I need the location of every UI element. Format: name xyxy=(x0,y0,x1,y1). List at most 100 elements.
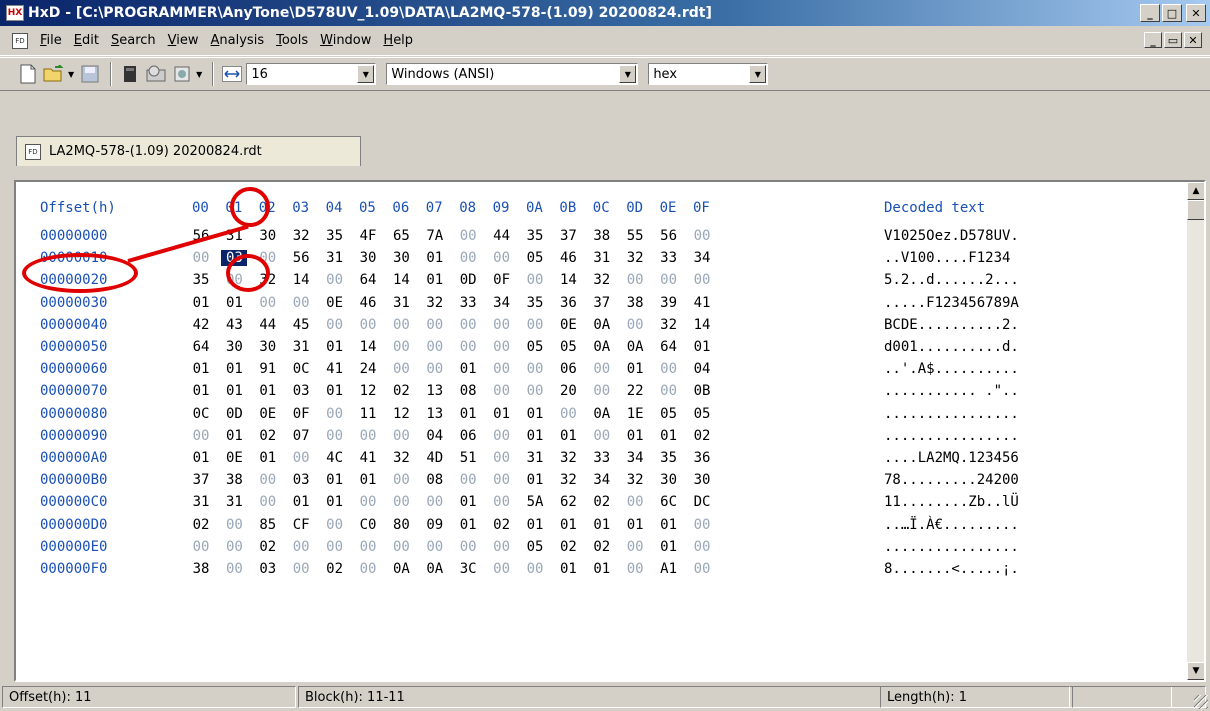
open-disk-icon[interactable] xyxy=(170,62,194,86)
hex-byte[interactable]: 00 xyxy=(355,428,381,444)
hex-byte[interactable]: 02 xyxy=(322,561,348,577)
hex-byte[interactable]: 30 xyxy=(388,250,414,266)
disk-dropdown-icon[interactable]: ▼ xyxy=(196,70,202,79)
hex-byte[interactable]: 04 xyxy=(422,428,448,444)
hex-byte[interactable]: 01 xyxy=(322,339,348,355)
hex-byte[interactable]: 00 xyxy=(388,472,414,488)
hex-byte[interactable]: 02 xyxy=(255,428,281,444)
hex-byte[interactable]: 00 xyxy=(455,472,481,488)
hex-byte[interactable]: 00 xyxy=(322,406,348,422)
hex-byte[interactable]: 37 xyxy=(555,228,581,244)
hex-byte[interactable]: 0A xyxy=(388,561,414,577)
hex-byte[interactable]: 00 xyxy=(288,539,314,555)
hex-byte[interactable]: 43 xyxy=(221,317,247,333)
hex-byte[interactable]: 14 xyxy=(355,339,381,355)
decoded-text[interactable]: d001..........d. xyxy=(884,339,1019,355)
hex-byte[interactable]: 06 xyxy=(555,361,581,377)
hex-byte[interactable]: 01 xyxy=(188,295,214,311)
hex-byte[interactable]: 00 xyxy=(255,472,281,488)
hex-byte[interactable]: 01 xyxy=(322,472,348,488)
hex-byte[interactable]: 0C xyxy=(188,406,214,422)
hex-byte[interactable]: 39 xyxy=(656,295,682,311)
hex-byte[interactable]: 65 xyxy=(388,228,414,244)
hex-byte[interactable]: 80 xyxy=(388,517,414,533)
hex-byte[interactable]: 32 xyxy=(388,450,414,466)
row-offset[interactable]: 00000070 xyxy=(40,383,107,399)
hex-byte[interactable]: 22 xyxy=(622,383,648,399)
new-file-icon[interactable] xyxy=(16,62,40,86)
hex-byte[interactable]: 00 xyxy=(455,339,481,355)
menu-edit[interactable]: Edit xyxy=(68,33,105,48)
hex-byte[interactable]: 32 xyxy=(589,272,615,288)
hex-byte[interactable]: 35 xyxy=(522,295,548,311)
hex-byte[interactable]: 00 xyxy=(188,539,214,555)
hex-byte[interactable]: 00 xyxy=(489,561,515,577)
hex-byte[interactable]: 30 xyxy=(689,472,715,488)
hex-byte[interactable]: 31 xyxy=(288,339,314,355)
hex-byte[interactable]: 01 xyxy=(455,361,481,377)
hex-byte[interactable]: 00 xyxy=(388,317,414,333)
hex-byte[interactable]: 01 xyxy=(555,428,581,444)
hex-byte[interactable]: 4C xyxy=(322,450,348,466)
hex-byte[interactable]: 00 xyxy=(489,250,515,266)
resize-grip-icon[interactable] xyxy=(1194,695,1208,709)
hex-byte[interactable]: 14 xyxy=(555,272,581,288)
menu-help[interactable]: Help xyxy=(377,33,419,48)
hex-byte[interactable]: 00 xyxy=(622,272,648,288)
hex-byte[interactable]: 00 xyxy=(322,539,348,555)
hex-byte[interactable]: 14 xyxy=(288,272,314,288)
chevron-down-icon[interactable]: ▼ xyxy=(357,65,375,83)
hex-byte[interactable]: 00 xyxy=(489,383,515,399)
hex-byte[interactable]: 01 xyxy=(622,361,648,377)
hex-byte[interactable]: 41 xyxy=(322,361,348,377)
hex-byte[interactable]: 00 xyxy=(689,517,715,533)
hex-byte[interactable]: 02 xyxy=(255,539,281,555)
hex-byte[interactable]: 01 xyxy=(622,517,648,533)
hex-byte[interactable]: 03 xyxy=(255,561,281,577)
hex-byte[interactable]: 05 xyxy=(656,406,682,422)
hxd-app-icon[interactable]: HX xyxy=(6,5,24,21)
menu-search[interactable]: Search xyxy=(105,33,162,48)
hex-byte[interactable]: 0A xyxy=(622,339,648,355)
hex-byte[interactable]: 45 xyxy=(288,317,314,333)
scroll-up-icon[interactable]: ▲ xyxy=(1187,182,1204,200)
menu-view[interactable]: View xyxy=(162,33,205,48)
column-header[interactable]: 03 xyxy=(292,200,309,216)
hex-byte[interactable]: 01 xyxy=(221,383,247,399)
column-header[interactable]: 04 xyxy=(326,200,343,216)
hex-byte[interactable]: 02 xyxy=(489,517,515,533)
hex-byte[interactable]: 00 xyxy=(522,561,548,577)
hex-byte[interactable]: 32 xyxy=(656,317,682,333)
hex-byte[interactable]: 05 xyxy=(555,339,581,355)
disk-editor-icon[interactable] xyxy=(144,62,168,86)
hex-byte[interactable]: 41 xyxy=(355,450,381,466)
hex-byte[interactable]: 0F xyxy=(288,406,314,422)
hex-byte[interactable]: 38 xyxy=(221,472,247,488)
column-header[interactable]: 00 xyxy=(192,200,209,216)
hex-byte[interactable]: 34 xyxy=(589,472,615,488)
hex-byte[interactable]: 00 xyxy=(489,361,515,377)
row-offset[interactable]: 00000090 xyxy=(40,428,107,444)
hex-byte[interactable]: 7A xyxy=(422,228,448,244)
hex-byte[interactable]: 30 xyxy=(355,250,381,266)
hex-byte[interactable]: 0D xyxy=(221,406,247,422)
hex-byte[interactable]: 01 xyxy=(255,450,281,466)
display-mode-select[interactable]: hex ▼ xyxy=(648,63,769,85)
hex-byte[interactable]: 36 xyxy=(689,450,715,466)
hex-byte[interactable]: 31 xyxy=(589,250,615,266)
decoded-text[interactable]: ................ xyxy=(884,406,1019,422)
decoded-text[interactable]: ..…Ï.À€......... xyxy=(884,517,1019,533)
hex-byte[interactable]: 00 xyxy=(455,250,481,266)
column-header[interactable]: 0A xyxy=(526,200,543,216)
hex-byte[interactable]: 51 xyxy=(455,450,481,466)
hex-byte[interactable]: 05 xyxy=(522,339,548,355)
hex-byte[interactable]: 00 xyxy=(689,561,715,577)
hex-byte[interactable]: 09 xyxy=(422,517,448,533)
row-offset[interactable]: 00000010 xyxy=(40,250,107,266)
hex-byte[interactable]: 30 xyxy=(656,472,682,488)
hex-byte[interactable]: 36 xyxy=(555,295,581,311)
hex-byte[interactable]: C0 xyxy=(355,517,381,533)
hex-byte[interactable]: 00 xyxy=(489,450,515,466)
hex-byte[interactable]: 00 xyxy=(221,561,247,577)
hex-byte[interactable]: 31 xyxy=(322,250,348,266)
